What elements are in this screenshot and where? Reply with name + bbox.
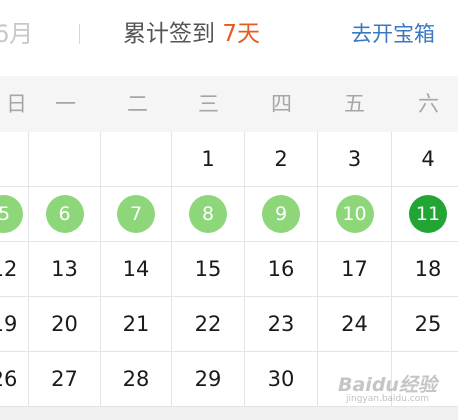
weekday-mon: 一 (55, 92, 76, 116)
watermark-site: jingyan.baidu.com (346, 394, 430, 404)
calendar-day-cell[interactable]: 18 (392, 242, 458, 297)
today-signed-day-marker: 11 (409, 195, 447, 233)
sign-in-streak: 累计签到 7天 (123, 17, 260, 51)
calendar-day-cell[interactable]: 24 (318, 297, 392, 352)
day-number: 2 (274, 147, 288, 171)
day-number: 25 (414, 312, 442, 336)
sign-in-calendar-page: 6月 累计签到 7天 去开宝箱 日 一 二 三 四 五 六 1234567891… (0, 0, 458, 420)
calendar-day-cell[interactable]: 14 (101, 242, 172, 297)
day-number: 18 (414, 257, 442, 281)
calendar-day-cell[interactable]: 5 (0, 187, 29, 242)
weekday-fri: 五 (344, 92, 365, 116)
day-number: 22 (194, 312, 222, 336)
day-number: 21 (122, 312, 150, 336)
weekday-header: 日 一 二 三 四 五 六 (0, 76, 458, 132)
calendar-day-cell[interactable]: 21 (101, 297, 172, 352)
day-number: 23 (267, 312, 295, 336)
calendar-day-cell[interactable]: 27 (29, 352, 101, 407)
day-number: 24 (341, 312, 368, 336)
calendar-day-cell[interactable]: 1 (172, 132, 245, 187)
calendar-day-cell[interactable]: 12 (0, 242, 29, 297)
header-divider (79, 24, 80, 44)
calendar-day-cell[interactable]: 2 (245, 132, 318, 187)
day-number: 29 (194, 367, 222, 391)
calendar-day-cell[interactable]: 10 (318, 187, 392, 242)
calendar-day-cell[interactable]: 28 (101, 352, 172, 407)
calendar-day-cell[interactable]: 19 (0, 297, 29, 352)
day-number: 4 (421, 147, 435, 171)
day-number: 26 (0, 367, 18, 391)
day-number: 20 (51, 312, 78, 336)
calendar-day-cell[interactable]: 30 (245, 352, 318, 407)
calendar-day-cell[interactable]: 23 (245, 297, 318, 352)
day-number: 16 (267, 257, 295, 281)
streak-unit: 天 (236, 21, 260, 47)
day-number: 30 (267, 367, 295, 391)
signed-day-marker: 6 (45, 195, 84, 233)
calendar-day-cell[interactable]: 7 (101, 187, 172, 242)
day-number: 14 (122, 257, 150, 281)
streak-prefix: 累计签到 (123, 21, 215, 47)
day-number: 1 (201, 147, 215, 171)
weekday-wed: 三 (198, 92, 219, 116)
signed-day-marker: 10 (335, 195, 374, 233)
calendar-day-cell[interactable]: 3 (318, 132, 392, 187)
calendar-day-cell[interactable]: 29 (172, 352, 245, 407)
calendar-day-cell[interactable]: 17 (318, 242, 392, 297)
calendar-day-cell[interactable]: 8 (172, 187, 245, 242)
calendar-day-cell[interactable]: 6 (29, 187, 101, 242)
calendar-day-cell[interactable]: 22 (172, 297, 245, 352)
calendar-day-cell[interactable]: 4 (392, 132, 458, 187)
day-number: 17 (341, 257, 368, 281)
signed-day-marker: 8 (189, 195, 227, 233)
calendar-day-cell (29, 132, 101, 187)
calendar-day-cell (0, 132, 29, 187)
calendar-day-cell[interactable]: 25 (392, 297, 458, 352)
weekday-tue: 二 (127, 92, 148, 116)
baidu-jingyan-watermark: Baidu经验 jingyan.baidu.com (338, 368, 438, 408)
watermark-logo: Baidu经验 (338, 374, 437, 396)
streak-count: 7 (222, 21, 237, 47)
calendar-day-cell[interactable]: 13 (29, 242, 101, 297)
calendar-day-cell[interactable]: 26 (0, 352, 29, 407)
calendar-day-cell[interactable]: 16 (245, 242, 318, 297)
calendar-day-cell[interactable]: 11 (392, 187, 458, 242)
day-number: 27 (51, 367, 78, 391)
day-number: 15 (194, 257, 222, 281)
month-label[interactable]: 6月 (0, 17, 33, 51)
weekday-thu: 四 (271, 92, 292, 116)
calendar-day-cell[interactable]: 15 (172, 242, 245, 297)
calendar-day-cell (101, 132, 172, 187)
day-number: 12 (0, 257, 18, 281)
signed-day-marker: 7 (117, 195, 155, 233)
day-number: 19 (0, 312, 18, 336)
weekday-sat: 六 (418, 92, 439, 116)
open-treasure-box-link[interactable]: 去开宝箱 (351, 17, 435, 51)
bottom-divider (0, 407, 458, 420)
signed-day-marker: 5 (0, 195, 23, 233)
calendar-day-cell[interactable]: 20 (29, 297, 101, 352)
signed-day-marker: 9 (262, 195, 300, 233)
calendar-day-cell[interactable]: 9 (245, 187, 318, 242)
day-number: 3 (347, 147, 362, 171)
day-number: 28 (122, 367, 150, 391)
day-number: 13 (51, 257, 78, 281)
calendar-header: 6月 累计签到 7天 去开宝箱 (0, 0, 458, 76)
